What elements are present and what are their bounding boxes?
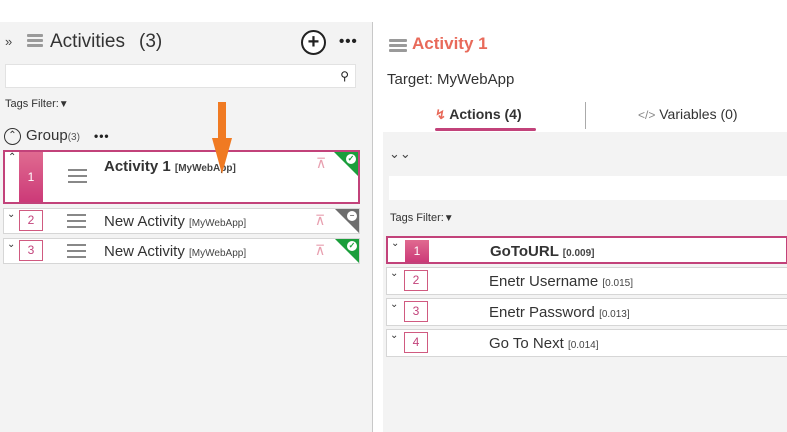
activity-details-panel: Activity 1 Target: MyWebApp ↯ Actions (4… [373,22,787,432]
tab-variables[interactable]: </> Variables (0) [638,106,738,122]
group-more-icon[interactable]: ••• [94,130,110,142]
tab-variables-label: Variables (0) [659,106,738,122]
annotation-arrow-icon [212,102,232,174]
group-label: Group [26,127,68,144]
action-number-badge: 3 [404,301,428,322]
action-name: Enetr Username [489,273,599,290]
tags-filter-label: Tags Filter: [390,212,444,224]
action-number-badge: 2 [404,270,428,291]
drag-handle-icon[interactable] [68,169,87,183]
active-tab-indicator [435,128,536,131]
activity-row[interactable]: ⌄ 3 New Activity [MyWebApp] ⊼ ✓ [3,238,360,264]
actions-search-input[interactable] [389,176,787,200]
add-activity-button[interactable]: + [301,30,326,55]
tab-actions[interactable]: ↯ Actions (4) [435,106,536,131]
check-icon: ✓ [346,154,356,164]
action-name: GoToURL [490,243,559,260]
collapse-all-icon[interactable]: ⌄⌄ [389,146,411,162]
activity-name: New Activity [104,213,185,230]
action-number-badge: 1 [405,240,429,262]
check-icon: ✓ [347,241,357,251]
activities-count: (3) [139,31,163,52]
actions-list-area: ⌄⌄ Tags Filter:▼ ⌄ 1 GoToURL [0.009] ⌄ 2… [383,132,787,432]
activity-target: [MyWebApp] [189,218,247,229]
activity-name: New Activity [104,243,185,260]
activity-row[interactable]: ⌃ 1 Activity 1 [MyWebApp] ⊼ ✓ [3,150,360,204]
pin-icon[interactable]: ⊼ [315,213,325,227]
tag-icon: ▼ [443,213,454,224]
activities-search-input[interactable]: ⚲ [5,64,356,88]
more-options-icon[interactable]: ••• [339,34,358,49]
action-time: [0.015] [602,278,633,289]
row-expand-icon[interactable]: ⌄ [390,299,398,310]
row-expand-icon[interactable]: ⌄ [391,238,399,249]
activities-header: » Activities (3) + ••• [0,28,372,56]
activity-row[interactable]: ⌄ 2 New Activity [MyWebApp] ⊼ − [3,208,360,234]
activity-number-badge: 1 [19,152,43,202]
action-name: Enetr Password [489,304,595,321]
row-collapse-icon[interactable]: ⌃ [8,152,16,163]
tab-separator [585,102,586,129]
pin-icon[interactable]: ⊼ [315,243,325,257]
pin-icon[interactable]: ⊼ [316,156,326,170]
tab-actions-label: Actions (4) [449,106,522,122]
window-top-strip [0,0,787,22]
action-row[interactable]: ⌄ 4 Go To Next [0.014] [386,329,787,357]
group-count: (3) [67,132,80,143]
collapse-all-icon[interactable]: » [5,35,12,48]
activities-panel: » Activities (3) + ••• ⚲ Tags Filter:▼ ⌃… [0,22,372,432]
tags-filter[interactable]: Tags Filter:▼ [390,212,454,224]
action-row[interactable]: ⌄ 1 GoToURL [0.009] [386,236,787,264]
drag-handle-icon[interactable] [67,214,86,228]
tag-icon: ▼ [58,99,69,110]
action-number-badge: 4 [404,332,428,353]
activity-number-badge: 3 [19,240,43,261]
tags-filter-label: Tags Filter: [5,98,59,110]
search-icon[interactable]: ⚲ [340,69,349,83]
drag-handle-icon[interactable] [67,244,86,258]
group-collapse-icon[interactable]: ⌃ [4,128,21,145]
action-time: [0.014] [567,340,599,351]
activity-number-badge: 2 [19,210,43,231]
code-icon: </> [638,108,656,122]
activity-title: Activity 1 [412,34,488,53]
action-time: [0.009] [562,248,595,259]
action-row[interactable]: ⌄ 2 Enetr Username [0.015] [386,267,787,295]
plus-circle-icon: + [307,31,320,53]
minus-icon: − [347,211,357,221]
row-expand-icon[interactable]: ⌄ [390,330,398,341]
action-time: [0.013] [599,309,630,320]
drag-handle-icon [27,34,43,48]
panel-title: Activities [50,31,125,52]
activity-target: [MyWebApp] [189,248,247,259]
target-label: Target: MyWebApp [387,71,515,88]
action-name: Go To Next [489,335,564,352]
bolt-icon: ↯ [435,107,446,122]
drag-handle-icon [389,39,407,53]
activity-name: Activity 1 [104,158,171,175]
action-row[interactable]: ⌄ 3 Enetr Password [0.013] [386,298,787,326]
row-expand-icon[interactable]: ⌄ [7,239,15,250]
row-expand-icon[interactable]: ⌄ [390,268,398,279]
row-expand-icon[interactable]: ⌄ [7,209,15,220]
tags-filter[interactable]: Tags Filter:▼ [5,98,69,110]
